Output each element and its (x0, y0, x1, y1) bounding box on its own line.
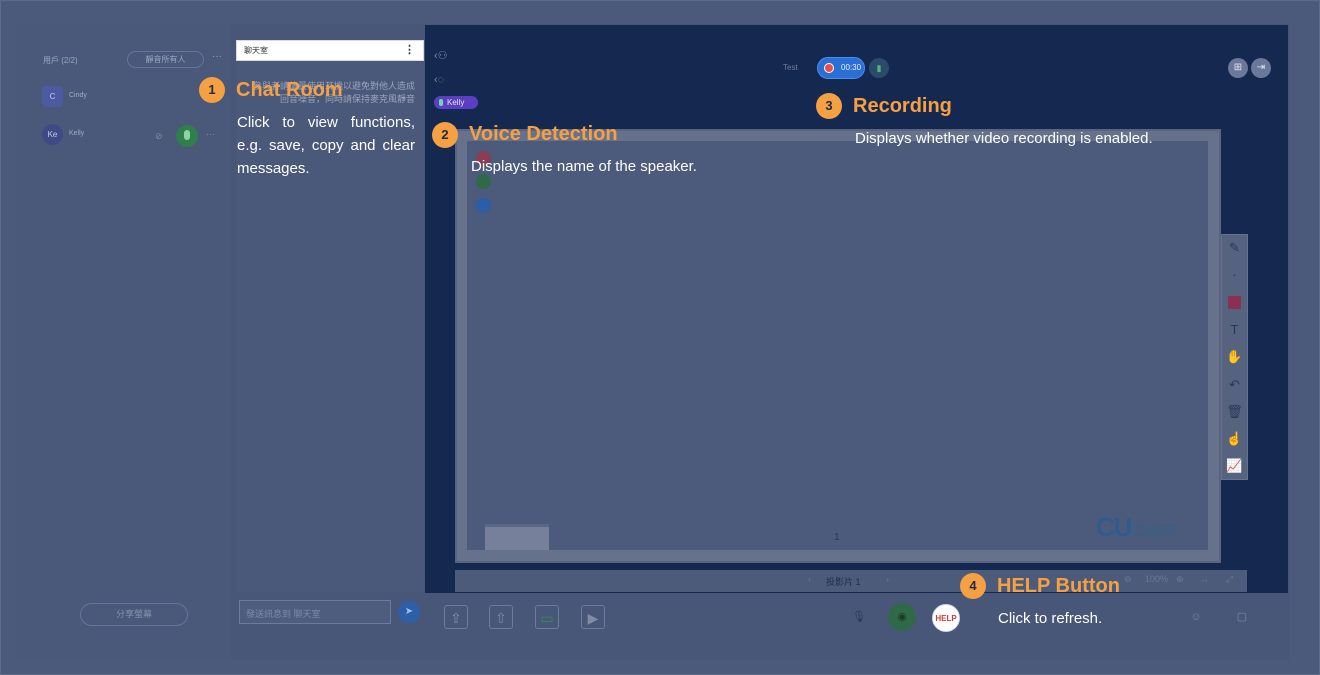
blue-marker-icon[interactable] (476, 198, 491, 213)
user-name: Cindy (69, 92, 87, 99)
annotation-description: Displays whether video recording is enab… (855, 130, 1153, 147)
pencil-icon[interactable]: ✎ (1226, 239, 1243, 256)
next-slide-icon[interactable]: › (886, 574, 889, 584)
record-icon (824, 63, 834, 73)
color-picker-icon[interactable] (1228, 296, 1241, 309)
zoom-level: 100% (1145, 574, 1169, 584)
users-panel (16, 24, 231, 660)
eraser-icon[interactable] (485, 524, 549, 550)
trash-icon[interactable]: 🗑 (1226, 403, 1243, 420)
chart-icon[interactable]: 📈 (1226, 457, 1243, 474)
page-number: 1 (834, 532, 840, 543)
participants-icon[interactable]: ‹⚇ (434, 49, 448, 62)
whiteboard-icon[interactable]: ▭ (535, 605, 559, 629)
chat-input[interactable]: 發送訊息到 聊天室 (239, 600, 391, 624)
video-play-icon[interactable]: ▶ (581, 605, 605, 629)
undo-icon[interactable]: ↶ (1226, 376, 1243, 393)
users-header: 用戶 (2/2) (43, 56, 78, 65)
camera-icon[interactable]: ◉ (888, 603, 916, 631)
chat-title: 聊天室 (244, 46, 268, 55)
annotation-badge: 3 (816, 93, 842, 119)
annotation-description: Click to refresh. (998, 610, 1103, 627)
annotation-description: Displays the name of the speaker. (471, 158, 697, 175)
send-button[interactable]: ➤ (398, 601, 420, 623)
user-name: Kelly (69, 130, 85, 137)
exit-icon[interactable]: ⇥ (1251, 58, 1271, 78)
annotation-title: HELP Button (997, 575, 1120, 597)
meeting-title: Test (783, 63, 798, 72)
user-more-icon[interactable]: ··· (206, 129, 215, 139)
logo-sub: class (1131, 516, 1178, 541)
mute-all-button[interactable]: 靜音所有人 (127, 51, 204, 68)
chat-header[interactable]: 聊天室 ⋮ (236, 40, 424, 61)
annotation-badge: 4 (960, 573, 986, 599)
annotation-title: Voice Detection (469, 123, 618, 145)
annotation-badge: 1 (199, 77, 225, 103)
annotation-title: Chat Room (236, 79, 343, 101)
cuclass-logo: CUclass (1096, 512, 1178, 543)
chat-toggle-icon[interactable]: ‹◌ (434, 74, 444, 86)
prev-slide-icon[interactable]: ‹ (808, 574, 811, 584)
annotation-badge: 2 (432, 122, 458, 148)
recording-indicator[interactable]: 00:30 (817, 57, 865, 79)
share-content-icon[interactable]: ⇧ (489, 605, 513, 629)
hand-icon[interactable]: ✋ (1226, 348, 1243, 365)
annotation-title: Recording (853, 95, 952, 117)
text-tool-icon[interactable]: T (1226, 321, 1243, 338)
users-more-button[interactable]: ··· (212, 51, 222, 62)
avatar: Ke (42, 124, 63, 145)
zoom-out-icon[interactable]: ⊖ (1124, 574, 1132, 585)
help-button[interactable]: HELP (932, 604, 960, 632)
dot-size-icon[interactable]: · (1226, 266, 1243, 283)
recording-time: 00:30 (841, 63, 862, 72)
speaker-indicator: Kelly (434, 96, 478, 109)
signal-strength-icon: ▮ (869, 58, 889, 78)
fit-width-icon[interactable]: ↔ (1200, 574, 1209, 584)
fullscreen-icon[interactable]: ⤢ (1226, 574, 1233, 585)
logo-main: CU (1096, 512, 1133, 542)
layout-icon[interactable]: ▢ (1228, 603, 1256, 631)
avatar: C (42, 86, 63, 107)
microphone-off-icon[interactable]: 🎙 (845, 603, 873, 631)
pointer-icon[interactable]: ☝ (1226, 430, 1243, 447)
annotation-description: Click to view functions, e.g. save, copy… (237, 114, 415, 177)
slide-selector[interactable]: 投影片 1 (826, 575, 861, 588)
microphone-on-icon[interactable] (176, 125, 198, 147)
grid-menu-icon[interactable]: ⊞ (1228, 58, 1248, 78)
whiteboard-canvas[interactable] (467, 141, 1208, 550)
share-screen-button[interactable]: 分享螢幕 (80, 603, 188, 626)
zoom-in-icon[interactable]: ⊕ (1176, 574, 1184, 585)
upload-file-icon[interactable]: ⇪ (444, 605, 468, 629)
camera-off-icon[interactable]: ⊘ (155, 131, 163, 142)
chat-menu-icon[interactable]: ⋮ (404, 43, 415, 56)
